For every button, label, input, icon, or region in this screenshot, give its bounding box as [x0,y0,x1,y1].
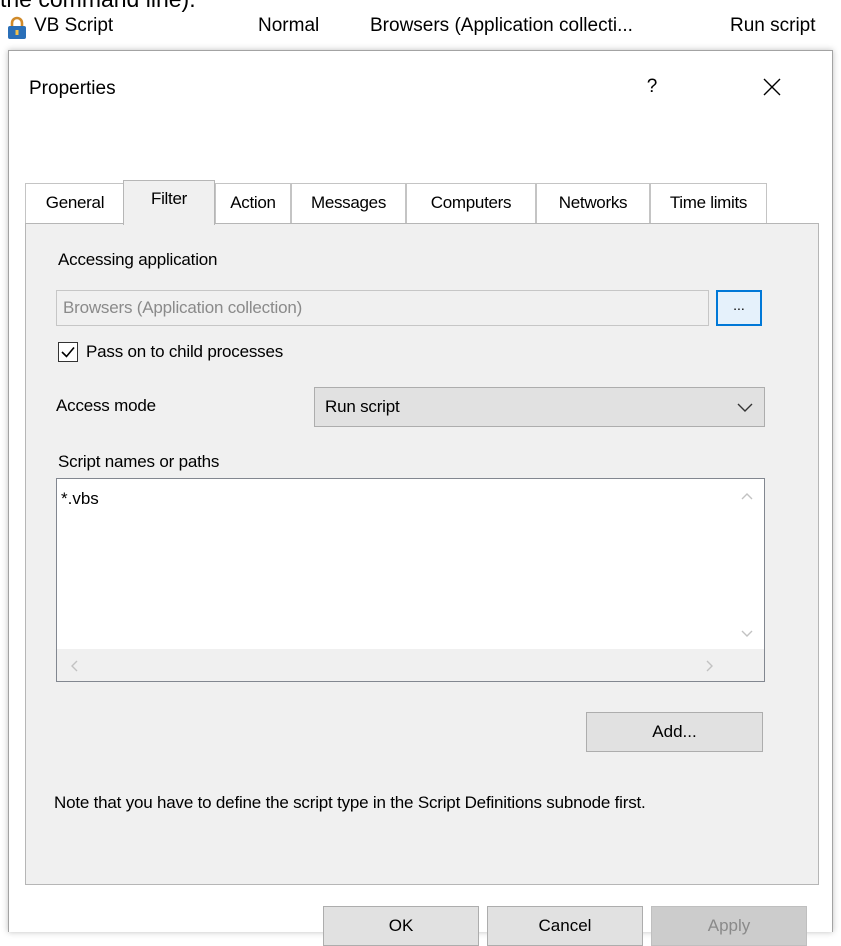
dialog-title: Properties [29,78,116,99]
scroll-up-icon[interactable] [740,491,754,501]
title-bar: Properties ? [9,51,832,119]
properties-dialog: Properties ? General Filter Action Messa… [8,50,833,946]
tab-computers[interactable]: Computers [406,183,536,223]
rule-priority: Normal [258,15,320,36]
horizontal-scrollbar[interactable] [57,649,764,681]
pass-on-label[interactable]: Pass on to child processes [86,342,283,362]
note-text: Note that you have to define the script … [54,793,646,812]
chevron-down-icon [737,403,753,412]
scroll-right-icon[interactable] [705,659,715,673]
accessing-application-field[interactable]: Browsers (Application collection) [56,290,709,326]
access-mode-label: Access mode [56,396,156,415]
list-item[interactable]: *.vbs [61,489,99,509]
scroll-left-icon[interactable] [69,659,79,673]
apply-button[interactable]: Apply [651,906,807,946]
access-mode-dropdown[interactable]: Run script [314,387,765,427]
rule-application: Browsers (Application collecti... [370,15,633,36]
script-names-label: Script names or paths [58,452,220,471]
tab-general[interactable]: General [25,183,125,223]
script-names-list[interactable]: *.vbs [56,478,765,682]
add-button[interactable]: Add... [586,712,763,752]
tab-networks[interactable]: Networks [536,183,650,223]
scroll-down-icon[interactable] [740,629,754,639]
tab-filter[interactable]: Filter [123,180,215,225]
ok-button[interactable]: OK [323,906,479,946]
access-mode-value: Run script [325,397,400,416]
checkmark-icon [61,346,75,358]
rule-name: VB Script [34,15,114,36]
tab-messages[interactable]: Messages [291,183,406,223]
accessing-application-label: Accessing application [58,250,218,269]
help-button[interactable]: ? [637,72,667,102]
pass-on-checkbox[interactable] [58,342,78,362]
tab-action[interactable]: Action [215,183,291,223]
cancel-button[interactable]: Cancel [487,906,643,946]
rule-row[interactable]: VB Script Normal Browsers (Application c… [0,0,841,50]
browse-button[interactable]: ... [716,290,762,326]
tab-time-limits[interactable]: Time limits [650,183,767,223]
close-button[interactable] [752,72,792,102]
lock-icon [8,16,26,39]
filter-panel: Accessing application Browsers (Applicat… [25,223,819,885]
close-icon [763,78,781,96]
rule-action: Run script [730,15,816,36]
vertical-scrollbar[interactable] [730,479,764,649]
